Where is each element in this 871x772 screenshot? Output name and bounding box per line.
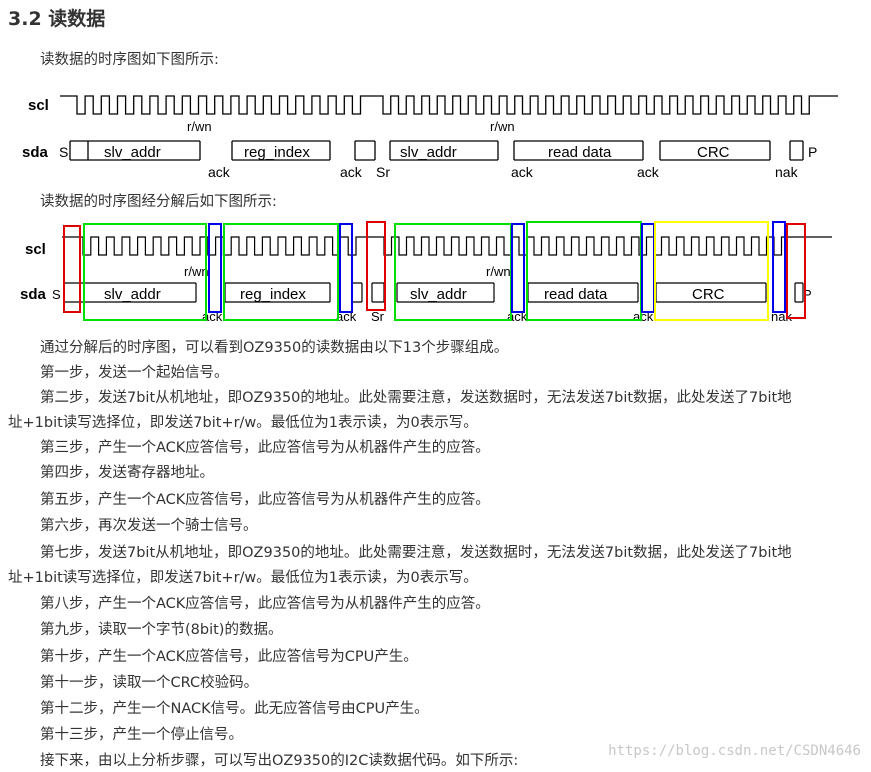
rwn-label-4: r/wn [486, 264, 511, 279]
watermark: https://blog.csdn.net/CSDN4646 [608, 743, 861, 759]
paragraph-line: 址+1bit读写选择位，即发送7bit+r/w。最低位为1表示读，为0表示写。 [8, 415, 478, 431]
paragraph-line: 第八步，产生一个ACK应答信号，此应答信号为从机器件产生的应答。 [40, 596, 490, 612]
nak-label: nak [775, 164, 799, 180]
rwn-label-2: r/wn [490, 119, 515, 134]
read-data-field: read data [548, 144, 612, 161]
paragraph-line: 第二步，发送7bit从机地址，即OZ9350的地址。此处需要注意，发送数据时，无… [40, 390, 792, 406]
paragraph-line: 第四步，发送寄存器地址。 [40, 465, 214, 481]
crc-field-2: CRC [692, 286, 725, 303]
paragraph-line: 第六步，再次发送一个骑士信号。 [40, 518, 258, 534]
intro-text-2: 读数据的时序图经分解后如下图所示: [40, 194, 277, 210]
paragraph-line: 第十二步，产生一个NACK信号。此无应答信号由CPU产生。 [40, 701, 429, 717]
slv-addr-field: slv_addr [104, 144, 161, 161]
slv-addr-field-4: slv_addr [410, 286, 467, 303]
paragraph-line: 第七步，发送7bit从机地址，即OZ9350的地址。此处需要注意，发送数据时，无… [40, 545, 792, 561]
timing-diagram: scl sda S slv_addr reg_index slv_addr re… [22, 95, 838, 180]
reg-index-highlight [223, 223, 339, 321]
paragraph-line: 址+1bit读写选择位，即发送7bit+r/w。最低位为1表示读，为0表示写。 [8, 570, 478, 586]
start-label: S [59, 144, 68, 160]
ack-label-4: ack [637, 164, 660, 180]
paragraph-line: 第十步，产生一个ACK应答信号，此应答信号为CPU产生。 [40, 649, 418, 665]
rwn-label-3: r/wn [184, 264, 209, 279]
scl-waveform [60, 95, 838, 115]
ack-label-3: ack [511, 164, 534, 180]
stop-highlight [786, 223, 806, 319]
paragraph-line: 通过分解后的时序图，可以看到OZ9350的读数据由以下13个步骤组成。 [40, 340, 509, 356]
rwn-label: r/wn [187, 119, 212, 134]
ack-label-2: ack [340, 164, 363, 180]
paragraph-line: 第九步，读取一个字节(8bit)的数据。 [40, 622, 283, 638]
read-data-field-2: read data [544, 286, 608, 303]
paragraph-line: 第十三步，产生一个停止信号。 [40, 727, 243, 743]
ack-label-1: ack [208, 164, 231, 180]
restart-label-2: Sr [371, 309, 385, 324]
crc-field: CRC [697, 144, 730, 161]
start-label-2: S [52, 287, 61, 302]
scl-waveform-2 [62, 236, 832, 256]
nak-highlight [772, 221, 786, 313]
restart-highlight [366, 221, 386, 311]
slv-addr-field-3: slv_addr [104, 286, 161, 303]
intro-text-1: 读数据的时序图如下图所示: [40, 52, 219, 68]
section-heading: 3.2 读数据 [8, 8, 106, 30]
scl-label: scl [28, 97, 49, 114]
paragraph-line: 第十一步，读取一个CRC校验码。 [40, 675, 259, 691]
reg-index-field-2: reg_index [240, 286, 306, 303]
sda-label: sda [22, 144, 49, 161]
slv-addr-field-2: slv_addr [400, 144, 457, 161]
start-highlight [63, 225, 81, 313]
paragraph-line: 第三步，产生一个ACK应答信号，此应答信号为从机器件产生的应答。 [40, 440, 490, 456]
decomposed-timing-diagram: scl sda S slv_addr reg_index slv_addr re… [20, 221, 832, 324]
scl-label-2: scl [25, 241, 46, 258]
stop-label: P [808, 144, 817, 160]
restart-label: Sr [376, 164, 390, 180]
paragraph-line: 接下来，由以上分析步骤，可以写出OZ9350的I2C读数据代码。如下所示: [40, 753, 519, 769]
paragraph-line: 第五步，产生一个ACK应答信号，此应答信号为从机器件产生的应答。 [40, 492, 490, 508]
paragraph-line: 第一步，发送一个起始信号。 [40, 365, 229, 381]
sda-label-2: sda [20, 286, 47, 303]
reg-index-field: reg_index [244, 144, 310, 161]
